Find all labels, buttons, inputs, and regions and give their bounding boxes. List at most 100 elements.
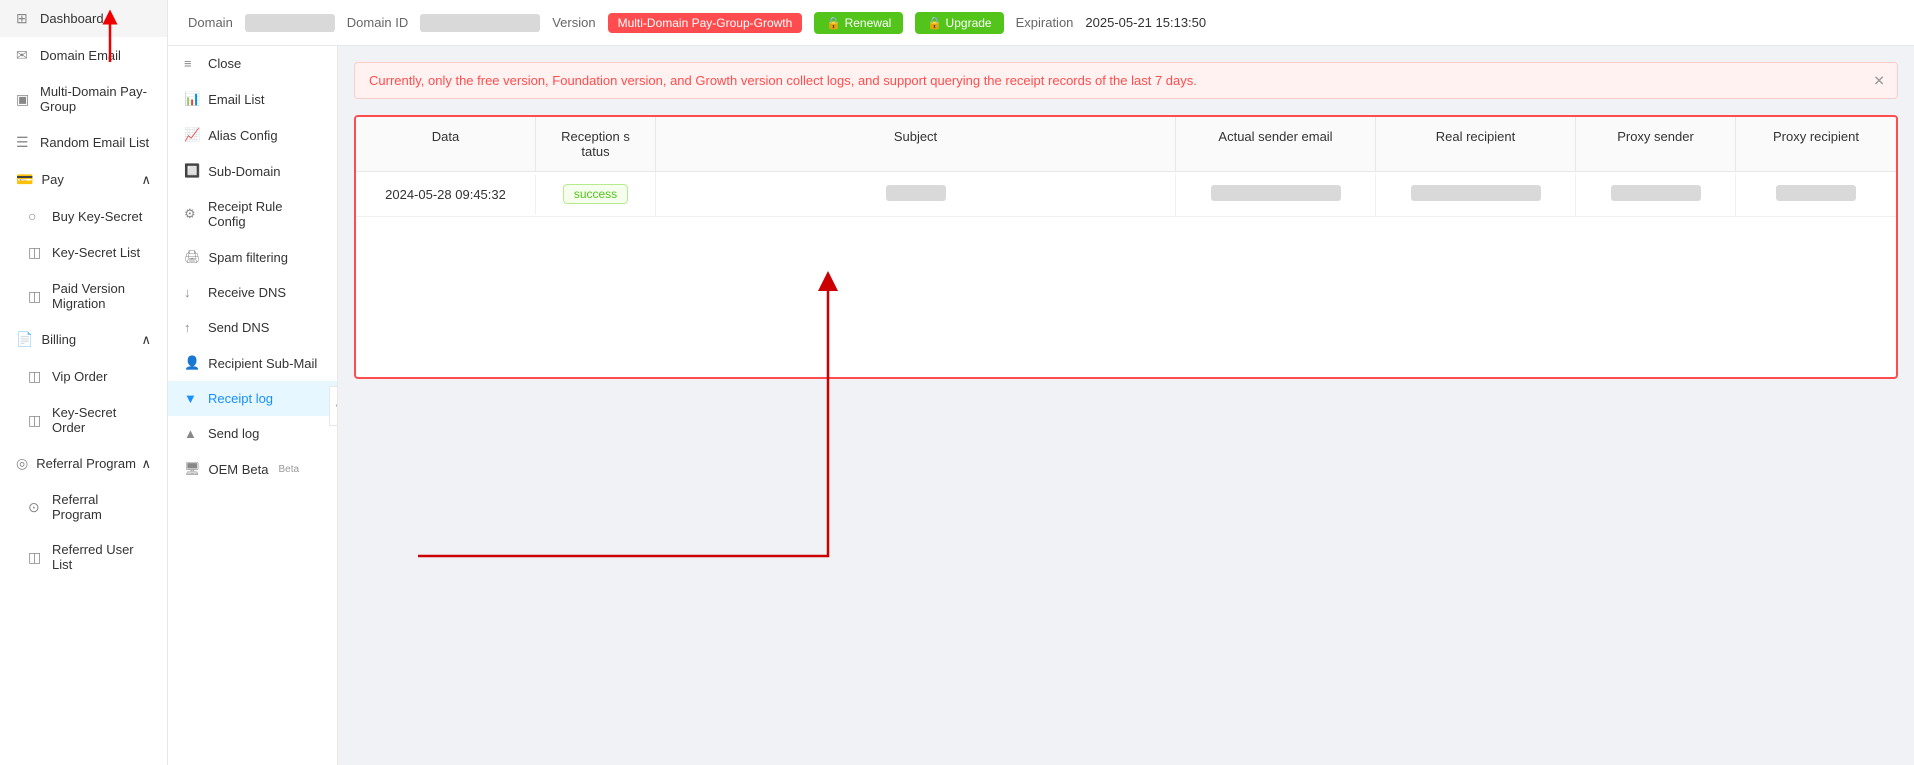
sub-item-oem[interactable]: 🖥 OEM Beta Beta bbox=[168, 451, 337, 487]
receipt-rule-icon: ⚙ bbox=[184, 206, 200, 222]
key-secret-order-icon: ◫ bbox=[28, 412, 44, 429]
sidebar-group-pay[interactable]: 💳 Pay ∧ bbox=[0, 161, 167, 198]
sidebar-label-multi-domain: Multi-Domain Pay-Group bbox=[40, 84, 151, 114]
sub-item-sub-domain[interactable]: 🔲 Sub-Domain bbox=[168, 153, 337, 189]
cell-proxy-recipient bbox=[1736, 173, 1896, 216]
sidebar-item-referral-program-sub[interactable]: ⊙ Referral Program bbox=[0, 482, 167, 532]
sidebar-label-buy-key-secret: Buy Key-Secret bbox=[52, 209, 142, 224]
domain-email-icon: ✉ bbox=[16, 47, 32, 64]
alert-banner: Currently, only the free version, Founda… bbox=[354, 62, 1898, 99]
send-dns-icon: ↑ bbox=[184, 320, 200, 335]
sub-sidebar: ‹ ≡ Close 📊 Email List 📈 Alias Config 🔲 … bbox=[168, 46, 338, 765]
sub-item-email-list[interactable]: 📊 Email List bbox=[168, 81, 337, 117]
send-log-icon: ▲ bbox=[184, 426, 200, 441]
receive-dns-icon: ↓ bbox=[184, 285, 200, 300]
buy-key-icon: ○ bbox=[28, 208, 44, 224]
key-secret-list-icon: ◫ bbox=[28, 244, 44, 261]
sub-label-alias-config: Alias Config bbox=[208, 128, 277, 143]
paid-migration-icon: ◫ bbox=[28, 288, 44, 305]
sub-item-receipt-rule-config[interactable]: ⚙ Receipt Rule Config bbox=[168, 189, 337, 239]
sidebar-label-dashboard: Dashboard bbox=[40, 11, 104, 26]
recipient-sub-mail-icon: 👤 bbox=[184, 355, 200, 371]
sub-label-receipt-log: Receipt log bbox=[208, 391, 273, 406]
oem-beta-badge: Beta bbox=[278, 464, 299, 475]
sidebar-group-referral[interactable]: ◎ Referral Program ∧ bbox=[0, 445, 167, 482]
sub-item-spam-filtering[interactable]: 🖨 Spam filtering bbox=[168, 239, 337, 275]
expiration-value: 2025-05-21 15:13:50 bbox=[1085, 15, 1206, 30]
sidebar-item-random-email[interactable]: ☰ Random Email List bbox=[0, 124, 167, 161]
sidebar-label-key-secret-list: Key-Secret List bbox=[52, 245, 140, 260]
content-wrapper: ‹ ≡ Close 📊 Email List 📈 Alias Config 🔲 … bbox=[168, 46, 1914, 765]
col-proxy-recipient: Proxy recipient bbox=[1736, 117, 1896, 171]
sidebar-group-billing[interactable]: 📄 Billing ∧ bbox=[0, 321, 167, 358]
domain-id-label: Domain ID bbox=[347, 15, 408, 30]
cell-proxy-sender bbox=[1576, 173, 1736, 216]
sidebar-item-buy-key-secret[interactable]: ○ Buy Key-Secret bbox=[0, 198, 167, 234]
col-subject: Subject bbox=[656, 117, 1176, 171]
renewal-button[interactable]: 🔒 Renewal bbox=[814, 12, 903, 34]
version-badge: Multi-Domain Pay-Group-Growth bbox=[608, 13, 803, 33]
spam-filtering-icon: 🖨 bbox=[184, 249, 201, 265]
sidebar-item-key-secret-order[interactable]: ◫ Key-Secret Order bbox=[0, 395, 167, 445]
sub-label-spam-filtering: Spam filtering bbox=[209, 250, 288, 265]
sidebar-item-key-secret-list[interactable]: ◫ Key-Secret List bbox=[0, 234, 167, 271]
sub-item-receive-dns[interactable]: ↓ Receive DNS bbox=[168, 275, 337, 310]
sub-item-send-log[interactable]: ▲ Send log bbox=[168, 416, 337, 451]
cell-date: 2024-05-28 09:45:32 bbox=[356, 175, 536, 214]
receipt-log-icon: ▼ bbox=[184, 391, 200, 406]
sidebar-item-multi-domain[interactable]: ▣ Multi-Domain Pay-Group bbox=[0, 74, 167, 124]
sidebar-label-referral-sub: Referral Program bbox=[52, 492, 151, 522]
alert-close-button[interactable]: ✕ bbox=[1873, 72, 1885, 89]
real-recipient-blurred bbox=[1411, 185, 1541, 201]
sidebar-item-domain-email[interactable]: ✉ Domain Email bbox=[0, 37, 167, 74]
dashboard-icon: ⊞ bbox=[16, 10, 32, 27]
col-status: Reception status bbox=[536, 117, 656, 171]
sub-label-receive-dns: Receive DNS bbox=[208, 285, 286, 300]
sidebar-label-referred-user-list: Referred User List bbox=[52, 542, 151, 572]
sidebar-label-referral: Referral Program bbox=[36, 456, 136, 471]
sub-item-send-dns[interactable]: ↑ Send DNS bbox=[168, 310, 337, 345]
billing-chevron-icon: ∧ bbox=[141, 332, 151, 348]
expiration-label: Expiration bbox=[1016, 15, 1074, 30]
pay-chevron-icon: ∧ bbox=[141, 172, 151, 188]
domain-label: Domain bbox=[188, 15, 233, 30]
cell-subject bbox=[656, 173, 1176, 216]
sub-label-receipt-rule-config: Receipt Rule Config bbox=[208, 199, 321, 229]
oem-icon: 🖥 bbox=[184, 461, 201, 477]
sub-sidebar-toggle[interactable]: ‹ bbox=[329, 386, 338, 426]
page-header: Domain Domain ID Version Multi-Domain Pa… bbox=[168, 0, 1914, 46]
vip-order-icon: ◫ bbox=[28, 368, 44, 385]
sidebar-item-referred-user-list[interactable]: ◫ Referred User List bbox=[0, 532, 167, 582]
col-real-recipient: Real recipient bbox=[1376, 117, 1576, 171]
upgrade-button[interactable]: 🔒 Upgrade bbox=[915, 12, 1003, 34]
multi-domain-icon: ▣ bbox=[16, 91, 32, 108]
sub-label-email-list: Email List bbox=[208, 92, 264, 107]
cell-status: success bbox=[536, 172, 656, 216]
main-area: Domain Domain ID Version Multi-Domain Pa… bbox=[168, 0, 1914, 765]
status-badge: success bbox=[563, 184, 628, 204]
left-sidebar: ⊞ Dashboard ✉ Domain Email ▣ Multi-Domai… bbox=[0, 0, 168, 765]
sub-item-recipient-sub-mail[interactable]: 👤 Recipient Sub-Mail bbox=[168, 345, 337, 381]
domain-id-value bbox=[420, 14, 540, 32]
random-email-icon: ☰ bbox=[16, 134, 32, 151]
sidebar-label-domain-email: Domain Email bbox=[40, 48, 121, 63]
sidebar-item-vip-order[interactable]: ◫ Vip Order bbox=[0, 358, 167, 395]
cell-actual-sender bbox=[1176, 173, 1376, 216]
sidebar-label-key-secret-order: Key-Secret Order bbox=[52, 405, 151, 435]
sub-item-receipt-log[interactable]: ▼ Receipt log bbox=[168, 381, 337, 416]
sub-item-alias-config[interactable]: 📈 Alias Config bbox=[168, 117, 337, 153]
table-row: 2024-05-28 09:45:32 success bbox=[356, 172, 1896, 217]
sub-item-close[interactable]: ≡ Close bbox=[168, 46, 337, 81]
email-list-icon: 📊 bbox=[184, 91, 200, 107]
sub-label-oem: OEM Beta bbox=[209, 462, 269, 477]
sidebar-item-dashboard[interactable]: ⊞ Dashboard bbox=[0, 0, 167, 37]
sidebar-label-vip-order: Vip Order bbox=[52, 369, 107, 384]
proxy-recipient-blurred bbox=[1776, 185, 1856, 201]
sidebar-label-random-email: Random Email List bbox=[40, 135, 149, 150]
data-table: Data Reception status Subject Actual sen… bbox=[354, 115, 1898, 379]
proxy-sender-blurred bbox=[1611, 185, 1701, 201]
actual-sender-blurred bbox=[1211, 185, 1341, 201]
alert-message: Currently, only the free version, Founda… bbox=[369, 73, 1197, 88]
sidebar-item-paid-version-migration[interactable]: ◫ Paid Version Migration bbox=[0, 271, 167, 321]
sub-label-send-dns: Send DNS bbox=[208, 320, 269, 335]
